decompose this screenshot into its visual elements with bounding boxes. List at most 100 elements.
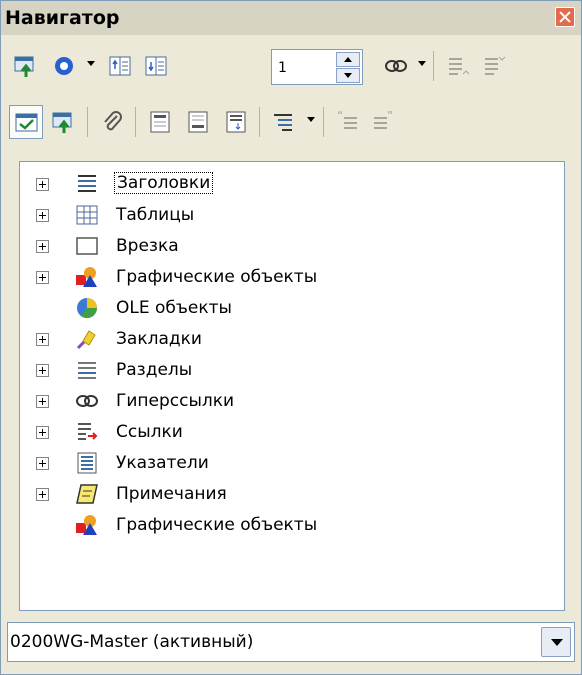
tree-item-references[interactable]: Ссылки [20,417,564,448]
navigator-tree[interactable]: Заголовки Таблицы Врезка Графические объ… [19,161,565,611]
demote-level-button[interactable] [477,49,511,83]
page-number-spinner[interactable] [271,49,363,85]
demote-level-icon [485,56,506,75]
tree-item-tables[interactable]: Таблицы [20,200,564,231]
document-select-value: 0200WG-Master (активный) [10,632,254,652]
frames-icon [76,237,98,255]
window-title: Навигатор [5,7,120,29]
previous-icon [109,56,131,76]
headings-icon [78,175,96,192]
navigator-window: Навигатор 1 “ ” Заголовки Таблицы Врезка… [0,0,582,675]
tables-icon [76,205,98,225]
tree-item-label: Указатели [116,453,209,473]
footer-icon [188,111,208,133]
expand-icon[interactable] [36,178,49,191]
next-button[interactable] [139,49,173,83]
tree-item-graphics[interactable]: Графические объекты [20,262,564,293]
navigation-icon [55,57,73,75]
tree-item-drawing-objects[interactable]: Графические объекты [20,510,564,541]
heading-levels-icon [274,114,292,131]
expand-icon[interactable] [36,364,49,377]
ole-objects-icon [77,298,97,318]
drawing-objects-icon [76,515,97,535]
demote-chapter-button[interactable]: ” [367,105,401,139]
document-select-dropdown-button[interactable] [541,627,571,657]
content-view-button[interactable] [9,105,43,139]
references-icon [78,423,98,440]
next-icon [145,56,167,76]
navigation-toggle-icon [14,56,34,77]
list-box-button[interactable] [47,105,81,139]
expand-icon[interactable] [36,271,49,284]
promote-chapter-icon: “ [337,110,357,129]
tree-item-headings[interactable]: Заголовки [20,169,564,200]
expand-icon[interactable] [36,488,49,501]
tree-item-indexes[interactable]: Указатели [20,448,564,479]
navigation-dropdown-icon[interactable] [87,61,95,66]
hyperlinks-icon [76,395,98,407]
tree-item-label: Ссылки [116,422,183,442]
toolbar-separator [135,107,136,137]
tree-item-sections[interactable]: Разделы [20,355,564,386]
hyperlink-drag-mode-button[interactable] [379,49,413,83]
previous-button[interactable] [103,49,137,83]
sections-icon [78,362,96,379]
page-number-input[interactable] [276,57,336,79]
navigation-toggle-button[interactable] [9,49,43,83]
tree-item-hyperlinks[interactable]: Гиперссылки [20,386,564,417]
toolbar-separator [433,51,434,81]
indexes-icon [77,452,97,474]
tree-item-label: Гиперссылки [116,391,235,411]
footer-button[interactable] [181,105,215,139]
drag-mode-dropdown-icon[interactable] [418,61,426,66]
heading-levels-button[interactable] [267,105,301,139]
anchor-button[interactable] [219,105,253,139]
tree-item-label: Закладки [116,329,202,349]
toolbar-separator [323,107,324,137]
promote-level-button[interactable] [441,49,475,83]
content-view-icon [15,113,38,132]
reminder-button[interactable] [95,105,129,139]
tree-item-frames[interactable]: Врезка [20,231,564,262]
expand-icon[interactable] [36,395,49,408]
navigation-button[interactable] [47,49,81,83]
tree-item-comments[interactable]: Примечания [20,479,564,510]
tree-item-label: Разделы [116,360,193,380]
toolbar-separator [259,107,260,137]
tree-item-bookmarks[interactable]: Закладки [20,324,564,355]
hyperlink-drag-mode-icon [385,60,407,72]
spinner-up-button[interactable] [336,52,360,67]
svg-text:”: ” [387,110,393,123]
tree-item-ole-objects[interactable]: OLE объекты [20,293,564,324]
tree-item-label: Примечания [116,484,227,504]
header-icon [150,111,170,133]
spinner-down-button[interactable] [336,68,360,83]
tree-item-label: Врезка [116,236,179,256]
document-select[interactable]: 0200WG-Master (активный) [7,622,575,662]
demote-chapter-icon: ” [374,110,393,129]
list-box-icon [52,112,72,133]
tree-item-label: Графические объекты [116,515,318,535]
toolbar-top [1,41,581,93]
heading-levels-dropdown-icon[interactable] [307,117,315,122]
header-button[interactable] [143,105,177,139]
expand-icon[interactable] [36,426,49,439]
title-bar[interactable]: Навигатор [1,1,581,35]
toolbar-separator [87,107,88,137]
promote-chapter-button[interactable]: “ [331,105,365,139]
expand-icon[interactable] [36,209,49,222]
graphics-icon [76,267,97,287]
tree-item-label: Заголовки [114,172,214,194]
expand-icon[interactable] [36,333,49,346]
tree-item-label: Графические объекты [116,267,318,287]
expand-icon[interactable] [36,240,49,253]
tree-item-label: OLE объекты [116,298,232,318]
svg-text:“: “ [337,110,343,123]
close-button[interactable] [555,7,575,27]
tree-item-label: Таблицы [116,205,195,225]
reminder-icon [104,111,122,131]
expand-icon[interactable] [36,457,49,470]
toolbar-bottom: “ ” [1,97,581,149]
promote-level-icon [449,58,470,75]
anchor-icon [226,111,246,133]
